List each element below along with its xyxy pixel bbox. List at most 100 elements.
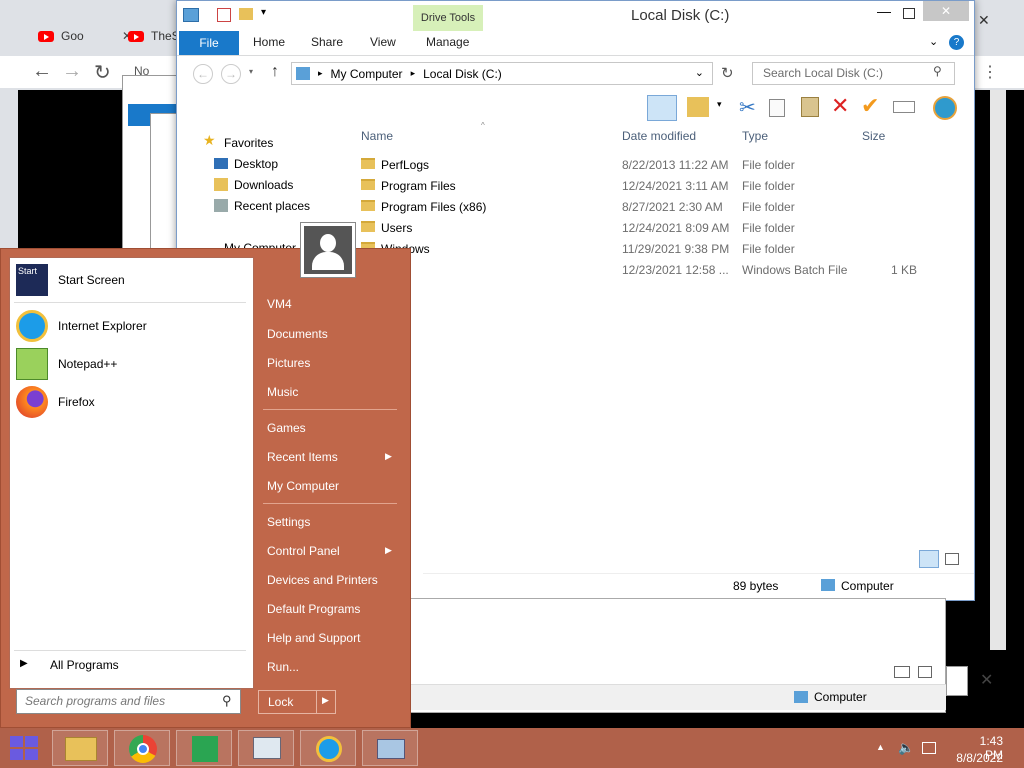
large-icons-view-icon[interactable] [945,553,959,565]
lock-button[interactable]: Lock ▶ [258,690,336,714]
ribbon-tabs: Drive Tools File Home Share View Manage … [177,5,974,56]
back-icon[interactable]: ← [32,60,52,83]
file-row[interactable]: PerfLogs 8/22/2013 11:22 AM File folder [361,155,971,176]
close-icon[interactable]: ✕ [980,670,993,690]
copy-icon[interactable] [769,99,785,117]
globe-icon[interactable] [933,96,957,120]
menu-settings[interactable]: Settings [267,515,310,529]
new-folder-icon[interactable] [239,8,253,20]
tab-view[interactable]: View [370,35,396,49]
drive-tools-label: Drive Tools [413,5,483,31]
maximize-button[interactable] [903,8,915,19]
menu-pictures[interactable]: Pictures [267,356,310,370]
column-date[interactable]: Date modified [622,129,696,143]
file-type: File folder [742,200,795,214]
taskbar-file-explorer[interactable] [52,730,108,766]
tab-file[interactable]: File [179,31,239,55]
paste-icon[interactable] [801,97,819,117]
menu-help-support[interactable]: Help and Support [267,631,360,645]
firefox-item[interactable]: Firefox [16,384,95,420]
menu-icon[interactable]: ⋮ [982,62,998,82]
file-row[interactable]: Windows11/29/2021 9:38 PMFile folder [361,239,971,260]
search-icon[interactable]: ⚲ [933,64,942,78]
chevron-right-icon: ▶ [385,545,392,555]
rename-icon[interactable] [893,101,915,113]
chevron-down-icon[interactable]: ⌄ [695,66,704,79]
forward-icon[interactable]: → [62,60,82,83]
help-icon[interactable]: ? [949,35,964,50]
cut-icon[interactable]: ✂ [739,95,756,120]
chevron-down-icon[interactable]: ▾ [249,67,253,76]
scrollbar[interactable] [990,90,1006,650]
address-bar[interactable]: ▸ My Computer ▸ Local Disk (C:) ⌄ [291,62,713,85]
delete-icon[interactable]: ✕ [831,93,849,119]
properties-icon[interactable] [217,8,231,22]
tab-home[interactable]: Home [253,35,285,49]
breadcrumb-drive[interactable]: Local Disk (C:) [423,67,502,81]
menu-recent-items[interactable]: Recent Items [267,450,338,464]
taskbar-store[interactable] [176,730,232,766]
all-programs-button[interactable]: All Programs [50,658,119,672]
menu-music[interactable]: Music [267,385,298,399]
nav-downloads[interactable]: Downloads [234,178,293,192]
minimize-button[interactable]: — [877,3,891,19]
nav-favorites[interactable]: Favorites [224,136,273,150]
details-view-icon[interactable] [919,550,939,568]
avatar[interactable] [300,222,356,278]
chevron-right-icon[interactable]: ▸ [318,68,323,79]
title-bar[interactable]: ▾ Local Disk (C:) — ✕ [177,1,974,31]
menu-control-panel[interactable]: Control Panel [267,544,340,558]
nav-desktop[interactable]: Desktop [234,157,278,171]
chevron-right-icon[interactable]: ▶ [322,695,329,706]
large-icons-view-icon[interactable] [918,666,932,678]
reload-icon[interactable]: ↻ [94,60,111,85]
refresh-icon[interactable]: ↻ [721,64,734,82]
checkmark-icon[interactable]: ✔ [861,93,879,119]
notepad-plus-plus-item[interactable]: Notepad++ [16,346,117,382]
menu-user[interactable]: VM4 [267,297,292,311]
taskbar-task-manager[interactable] [238,730,294,766]
chevron-down-icon[interactable]: ▾ [717,99,722,110]
search-input[interactable]: Search Local Disk (C:) [752,62,955,85]
file-row[interactable]: Program Files (x86) 8/27/2021 2:30 AM File… [361,197,971,218]
tab-share[interactable]: Share [311,35,343,49]
tab-manage[interactable]: Manage [426,35,469,49]
internet-explorer-item[interactable]: Internet Explorer [16,308,147,344]
show-hidden-icons[interactable]: ▲ [876,742,885,752]
back-icon[interactable]: ← [193,64,213,84]
menu-devices-printers[interactable]: Devices and Printers [267,573,378,587]
column-type[interactable]: Type [742,129,768,143]
search-icon[interactable]: ⚲ [222,693,232,709]
folder-options-icon[interactable] [687,97,709,117]
start-screen-item[interactable]: Start Start Screen [16,262,125,298]
column-size[interactable]: Size [862,129,885,143]
close-button[interactable]: ✕ [923,1,969,21]
file-row[interactable]: boot12/23/2021 12:58 ...Windows Batch Fi… [361,260,971,281]
clock-date[interactable]: 8/8/2022 [953,751,1003,765]
windows-start-icon[interactable] [10,736,38,760]
preview-pane-icon[interactable] [647,95,677,121]
menu-documents[interactable]: Documents [267,327,328,341]
menu-run[interactable]: Run... [267,660,299,674]
nav-recent-places[interactable]: Recent places [234,199,310,213]
chevron-down-icon[interactable]: ▾ [261,7,266,18]
menu-my-computer[interactable]: My Computer [267,479,339,493]
menu-default-programs[interactable]: Default Programs [267,602,360,616]
chevron-right-icon[interactable]: ▸ [411,68,416,79]
menu-games[interactable]: Games [267,421,306,435]
network-icon[interactable] [922,742,936,754]
taskbar-internet-explorer[interactable] [300,730,356,766]
taskbar-window[interactable] [362,730,418,766]
close-icon[interactable]: ✕ [978,12,990,29]
breadcrumb-computer[interactable]: My Computer [331,67,403,81]
file-row[interactable]: Users 12/24/2021 8:09 AM File folder [361,218,971,239]
up-icon[interactable]: ↑ [271,63,279,81]
file-row[interactable]: Program Files 12/24/2021 3:11 AM File fold… [361,176,971,197]
details-view-icon[interactable] [894,666,910,678]
forward-icon[interactable]: → [221,64,241,84]
volume-muted-icon[interactable]: 🔈 [898,740,914,756]
taskbar-chrome[interactable] [114,730,170,766]
start-search-input[interactable]: Search programs and files [16,689,241,714]
chevron-down-icon[interactable]: ⌄ [929,35,938,48]
column-name[interactable]: Name [361,129,393,143]
